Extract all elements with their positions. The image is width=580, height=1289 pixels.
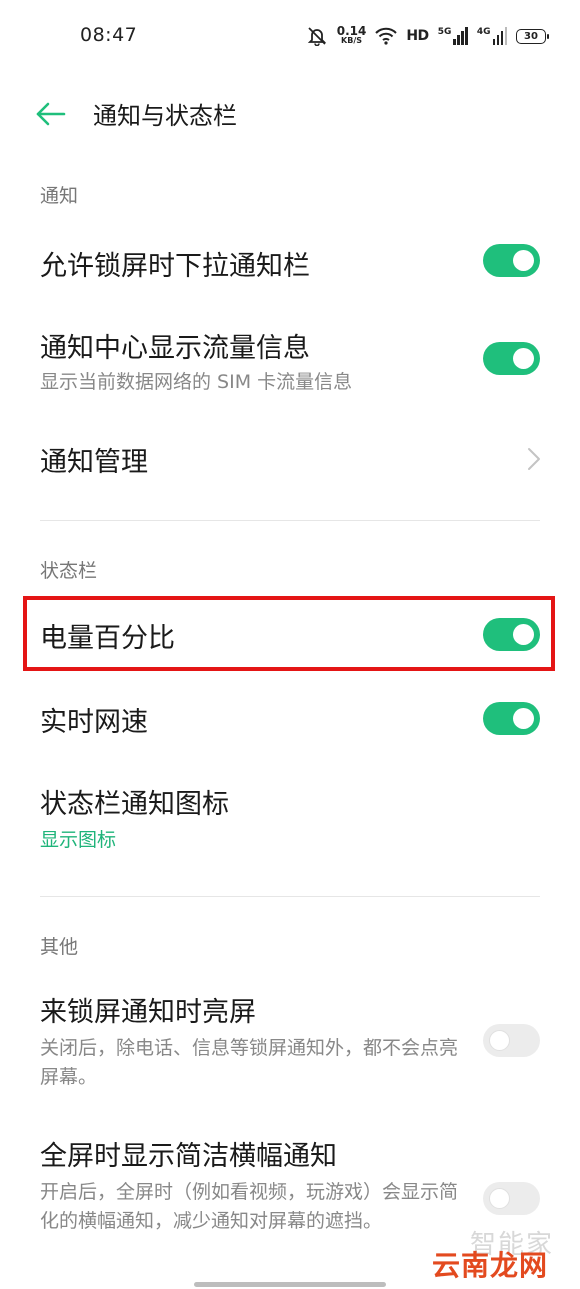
section-label-notification: 通知 bbox=[40, 185, 79, 207]
status-time: 08:47 bbox=[80, 24, 138, 46]
hd-indicator: HD bbox=[406, 28, 429, 44]
toggle-switch[interactable] bbox=[483, 244, 540, 277]
page-header: 通知与状态栏 bbox=[0, 84, 580, 144]
section-divider bbox=[40, 896, 540, 897]
toggle-switch[interactable] bbox=[483, 1024, 540, 1057]
signal-sim1: 5G bbox=[438, 27, 468, 45]
setting-wake-on-notification[interactable]: 来锁屏通知时亮屏 关闭后，除电话、信息等锁屏通知外，都不会点亮屏幕。 bbox=[0, 980, 580, 1100]
watermark-main: 云南龙网 bbox=[431, 1249, 548, 1282]
toggle-switch[interactable] bbox=[483, 1182, 540, 1215]
speed-unit: KB/S bbox=[341, 36, 363, 45]
setting-subtitle: 开启后，全屏时（例如看视频，玩游戏）会显示简化的横幅通知，减少通知对屏幕的遮挡。 bbox=[40, 1181, 459, 1232]
setting-realtime-speed[interactable]: 实时网速 bbox=[0, 688, 580, 750]
battery-icon: 30 bbox=[516, 28, 549, 44]
section-label-other: 其他 bbox=[40, 936, 79, 958]
highlight-box bbox=[23, 596, 555, 671]
section-divider bbox=[40, 520, 540, 521]
speed-value: 0.14 bbox=[336, 24, 367, 38]
mute-bell-icon bbox=[307, 27, 326, 46]
signal-sim2-type: 4G bbox=[476, 27, 491, 37]
section-label-statusbar: 状态栏 bbox=[40, 560, 98, 582]
setting-traffic-info[interactable]: 通知中心显示流量信息 显示当前数据网络的 SIM 卡流量信息 bbox=[0, 320, 580, 400]
signal-sim2: 4G bbox=[477, 27, 507, 45]
back-arrow-icon[interactable] bbox=[30, 98, 70, 130]
status-icons: 0.14 KB/S HD 5G 4G 30 bbox=[306, 22, 549, 50]
chevron-right-icon bbox=[528, 448, 540, 470]
network-speed: 0.14 KB/S bbox=[336, 24, 367, 46]
setting-lockscreen-pulldown[interactable]: 允许锁屏时下拉通知栏 bbox=[0, 232, 580, 294]
wifi-icon bbox=[375, 27, 398, 45]
setting-subtitle: 显示图标 bbox=[40, 829, 117, 851]
setting-notification-management[interactable]: 通知管理 bbox=[0, 428, 580, 490]
setting-title: 实时网速 bbox=[40, 707, 148, 738]
setting-title: 通知管理 bbox=[40, 447, 148, 478]
setting-title: 通知中心显示流量信息 bbox=[40, 333, 310, 364]
toggle-switch[interactable] bbox=[483, 342, 540, 375]
setting-title: 状态栏通知图标 bbox=[40, 789, 229, 820]
page-title: 通知与状态栏 bbox=[93, 102, 237, 130]
setting-subtitle: 显示当前数据网络的 SIM 卡流量信息 bbox=[40, 371, 353, 393]
signal-bars-icon bbox=[453, 27, 468, 45]
watermark: 智能家 云南龙网 bbox=[424, 1224, 564, 1282]
setting-statusbar-icons[interactable]: 状态栏通知图标 显示图标 bbox=[0, 772, 580, 862]
setting-title: 全屏时显示简洁横幅通知 bbox=[40, 1141, 337, 1172]
setting-subtitle: 关闭后，除电话、信息等锁屏通知外，都不会点亮屏幕。 bbox=[40, 1037, 459, 1088]
toggle-switch[interactable] bbox=[483, 702, 540, 735]
home-indicator[interactable] bbox=[194, 1282, 386, 1287]
signal-bars-icon bbox=[492, 27, 507, 45]
signal-sim1-type: 5G bbox=[437, 27, 452, 37]
setting-title: 允许锁屏时下拉通知栏 bbox=[40, 251, 310, 282]
status-bar: 08:47 0.14 KB/S HD 5G 4G 30 bbox=[0, 0, 580, 72]
setting-title: 来锁屏通知时亮屏 bbox=[40, 997, 256, 1028]
